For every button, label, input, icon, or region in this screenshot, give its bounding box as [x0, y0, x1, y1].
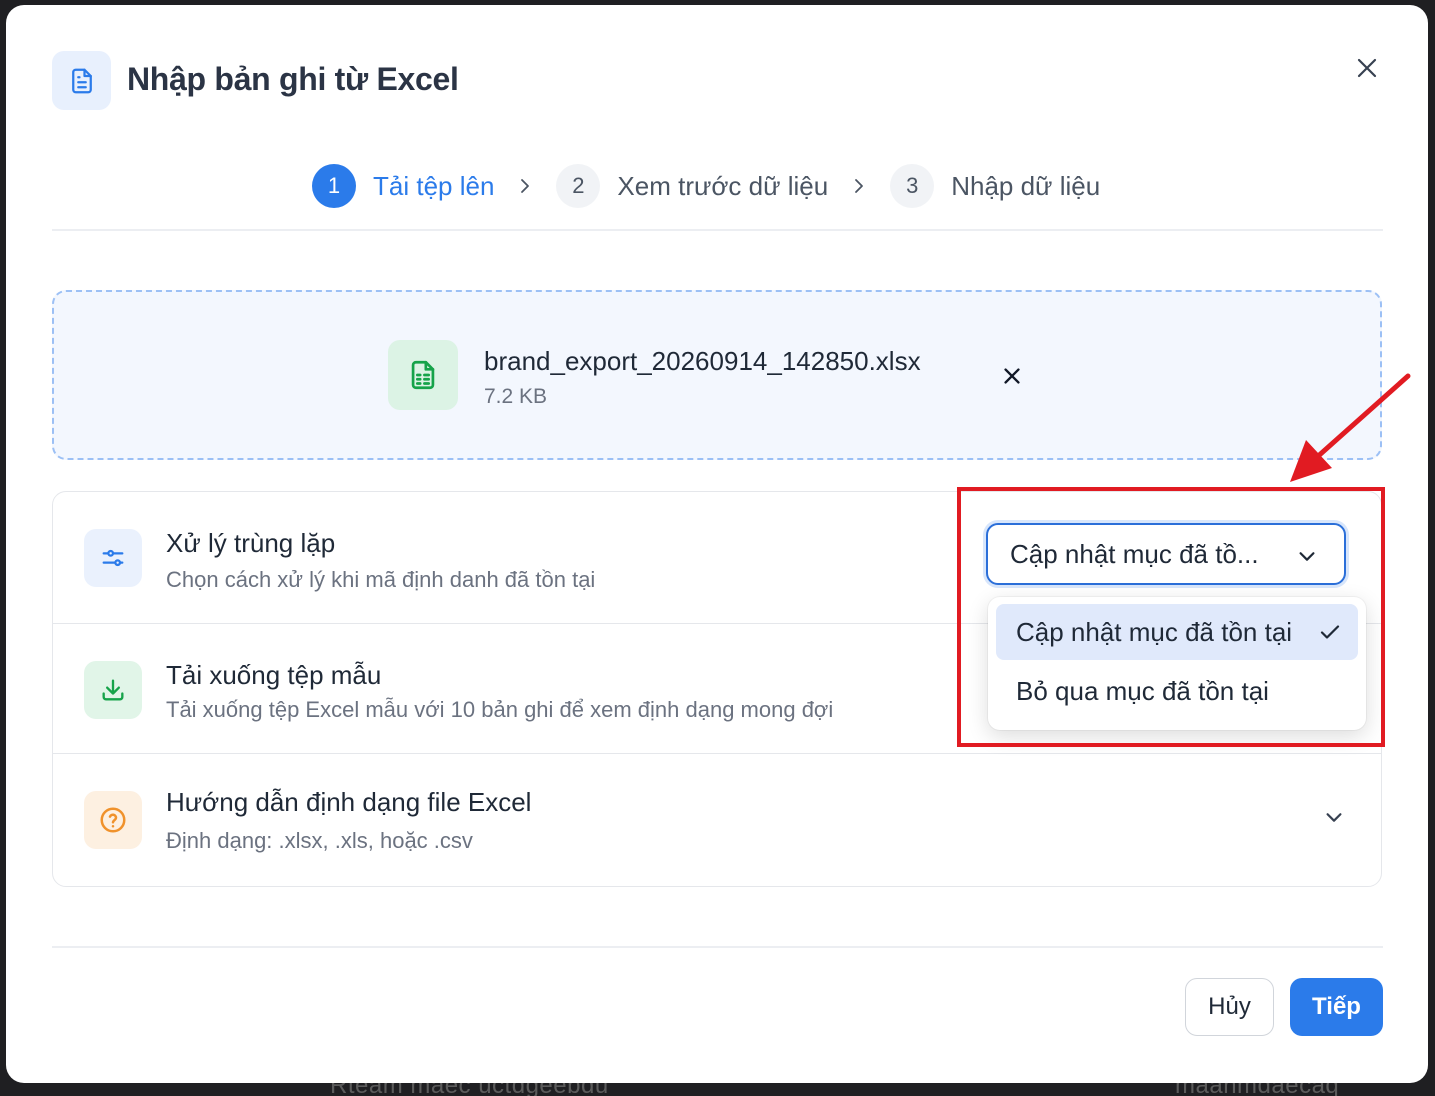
format-guide-description: Định dạng: .xlsx, .xls, hoặc .csv [166, 828, 473, 853]
document-icon [52, 51, 111, 110]
step-preview: 2 Xem trước dữ liệu [556, 164, 828, 208]
file-dropzone[interactable]: brand_export_20260914_142850.xlsx 7.2 KB [52, 290, 1382, 460]
divider [52, 229, 1383, 231]
remove-file-button[interactable] [998, 362, 1026, 390]
file-size: 7.2 KB [484, 385, 548, 408]
close-icon [1004, 368, 1020, 384]
chevron-down-icon[interactable] [1323, 806, 1345, 833]
step-number: 3 [890, 164, 935, 208]
chevron-right-icon [516, 177, 534, 195]
spreadsheet-icon [388, 340, 458, 410]
close-button[interactable] [1350, 51, 1384, 85]
step-label: Xem trước dữ liệu [617, 170, 829, 201]
help-circle-icon [84, 791, 142, 849]
annotation-arrow-icon [1290, 373, 1411, 482]
file-name: brand_export_20260914_142850.xlsx [484, 346, 921, 376]
download-template-description: Tải xuống tệp Excel mẫu với 10 bản ghi đ… [166, 697, 834, 722]
chevron-right-icon [850, 177, 868, 195]
format-guide-title: Hướng dẫn định dạng file Excel [166, 787, 532, 817]
step-number: 1 [312, 164, 356, 208]
divider [52, 946, 1383, 948]
annotation-highlight-box [957, 487, 1385, 747]
step-import: 3 Nhập dữ liệu [890, 164, 1100, 208]
step-upload: 1 Tải tệp lên [312, 164, 494, 208]
download-icon [84, 661, 142, 719]
download-template-title: Tải xuống tệp mẫu [166, 660, 382, 690]
sliders-icon [84, 529, 142, 587]
cancel-button[interactable]: Hủy [1185, 978, 1274, 1036]
step-number: 2 [556, 164, 601, 208]
stepper: 1 Tải tệp lên 2 Xem trước dữ liệu 3 Nhập… [312, 164, 1100, 208]
step-label: Tải tệp lên [373, 170, 495, 201]
dialog-title: Nhập bản ghi từ Excel [127, 61, 459, 97]
duplicate-handling-description: Chọn cách xử lý khi mã định danh đã tồn … [166, 567, 596, 592]
step-label: Nhập dữ liệu [951, 170, 1101, 201]
format-guide-row[interactable]: Hướng dẫn định dạng file Excel Định dạng… [53, 753, 1381, 887]
next-button[interactable]: Tiếp [1290, 978, 1383, 1036]
close-icon [1357, 58, 1377, 78]
duplicate-handling-title: Xử lý trùng lặp [166, 528, 336, 558]
